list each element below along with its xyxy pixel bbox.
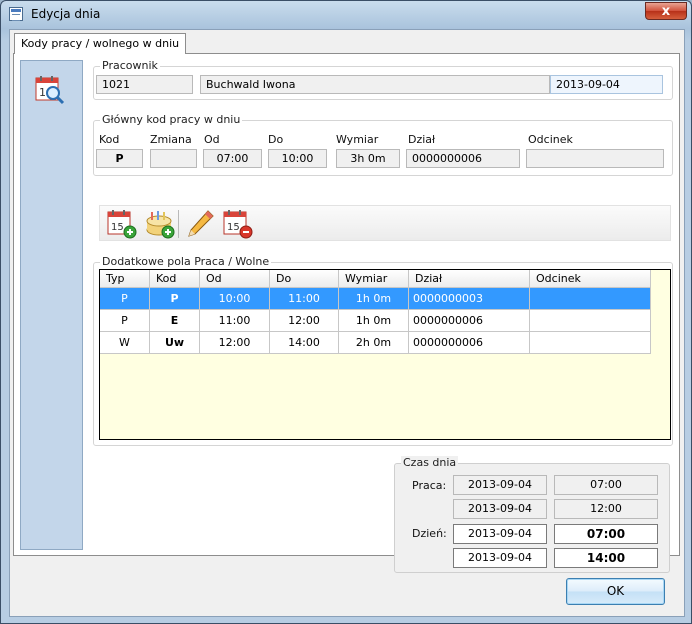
cell-wymiar: 2h 0m	[339, 332, 409, 354]
label-praca: Praca:	[412, 479, 447, 492]
cell-do: 11:00	[270, 288, 339, 310]
cell-odcinek	[530, 288, 651, 310]
main-dzial-field[interactable]: 0000000006	[406, 149, 520, 168]
cell-od: 10:00	[200, 288, 270, 310]
cell-do: 14:00	[270, 332, 339, 354]
title-bar[interactable]: Edycja dnia x	[1, 1, 691, 29]
dialog-body: Kody pracy / wolnego w dniu 1 Pracownik …	[9, 29, 685, 617]
col-typ[interactable]: Typ	[100, 270, 150, 288]
label-dzial: Dział	[408, 133, 436, 146]
cell-od: 12:00	[200, 332, 270, 354]
glowny-legend: Główny kod pracy w dniu	[100, 113, 243, 126]
calendar-search-icon: 1	[35, 76, 65, 105]
cell-typ: W	[100, 332, 150, 354]
tab-panel: 1 Pracownik 1021 Buchwald Iwona 2013-09-…	[13, 53, 680, 573]
main-odcinek-field[interactable]	[526, 149, 664, 168]
edit-pencil-icon[interactable]	[184, 208, 216, 240]
toolbar-separator	[178, 210, 179, 238]
svg-text:15: 15	[111, 222, 124, 233]
dzien-end-time[interactable]: 14:00	[554, 548, 658, 568]
table-row[interactable]: P P 10:00 11:00 1h 0m 0000000003	[100, 288, 651, 310]
col-do[interactable]: Do	[270, 270, 339, 288]
praca-end-time[interactable]: 12:00	[554, 499, 658, 519]
label-wymiar: Wymiar	[336, 133, 379, 146]
ok-button[interactable]: OK	[566, 578, 665, 605]
cell-do: 12:00	[270, 310, 339, 332]
label-kod: Kod	[99, 133, 120, 146]
label-dzien: Dzień:	[412, 527, 447, 540]
svg-text:1: 1	[39, 86, 46, 99]
praca-start-time[interactable]: 07:00	[554, 475, 658, 495]
cell-typ: P	[100, 288, 150, 310]
col-od[interactable]: Od	[200, 270, 270, 288]
window-title: Edycja dnia	[31, 7, 101, 21]
employee-name-field[interactable]: Buchwald Iwona	[200, 75, 550, 94]
cell-dzial: 0000000006	[409, 332, 530, 354]
main-do-field[interactable]: 10:00	[268, 149, 327, 168]
day-date-field[interactable]: 2013-09-04	[550, 75, 663, 94]
left-strip: 1	[20, 60, 83, 550]
label-od: Od	[204, 133, 220, 146]
cell-odcinek	[530, 332, 651, 354]
praca-end-date[interactable]: 2013-09-04	[453, 499, 547, 519]
pracownik-legend: Pracownik	[100, 59, 160, 72]
add-group-icon[interactable]	[144, 208, 176, 240]
cell-kod: Uw	[150, 332, 200, 354]
main-kod-field[interactable]: P	[96, 149, 143, 168]
main-wymiar-field[interactable]: 3h 0m	[336, 149, 400, 168]
toolbar: 15 15	[99, 205, 671, 241]
svg-text:15: 15	[227, 222, 240, 233]
dzien-start-date[interactable]: 2013-09-04	[453, 524, 547, 544]
col-kod[interactable]: Kod	[150, 270, 200, 288]
tab-kody-pracy[interactable]: Kody pracy / wolnego w dniu	[14, 33, 187, 54]
cell-dzial: 0000000003	[409, 288, 530, 310]
main-od-field[interactable]: 07:00	[203, 149, 262, 168]
label-do: Do	[268, 133, 284, 146]
dodatkowe-grid[interactable]: Typ Kod Od Do Wymiar Dział Odcinek P P 1…	[99, 269, 671, 440]
dodatkowe-legend: Dodatkowe pola Praca / Wolne	[100, 255, 272, 268]
praca-start-date[interactable]: 2013-09-04	[453, 475, 547, 495]
label-odcinek: Odcinek	[528, 133, 573, 146]
cell-wymiar: 1h 0m	[339, 288, 409, 310]
window-icon	[9, 7, 23, 21]
cell-wymiar: 1h 0m	[339, 310, 409, 332]
table-row[interactable]: W Uw 12:00 14:00 2h 0m 0000000006	[100, 332, 651, 354]
remove-day-icon[interactable]: 15	[222, 208, 254, 240]
add-day-icon[interactable]: 15	[106, 208, 138, 240]
cell-typ: P	[100, 310, 150, 332]
col-dzial[interactable]: Dział	[409, 270, 530, 288]
cell-dzial: 0000000006	[409, 310, 530, 332]
cell-odcinek	[530, 310, 651, 332]
cell-od: 11:00	[200, 310, 270, 332]
dzien-start-time[interactable]: 07:00	[554, 524, 658, 544]
cell-kod: P	[150, 288, 200, 310]
cell-kod: E	[150, 310, 200, 332]
col-wymiar[interactable]: Wymiar	[339, 270, 409, 288]
col-odcinek[interactable]: Odcinek	[530, 270, 651, 288]
main-zmiana-field[interactable]	[150, 149, 197, 168]
employee-id-field[interactable]: 1021	[96, 75, 193, 94]
table-row[interactable]: P E 11:00 12:00 1h 0m 0000000006	[100, 310, 651, 332]
czas-legend: Czas dnia	[401, 456, 459, 469]
label-zmiana: Zmiana	[150, 133, 192, 146]
dialog-window: Edycja dnia x Kody pracy / wolnego w dni…	[0, 0, 692, 624]
close-button[interactable]: x	[645, 2, 687, 20]
dzien-end-date[interactable]: 2013-09-04	[453, 548, 547, 568]
